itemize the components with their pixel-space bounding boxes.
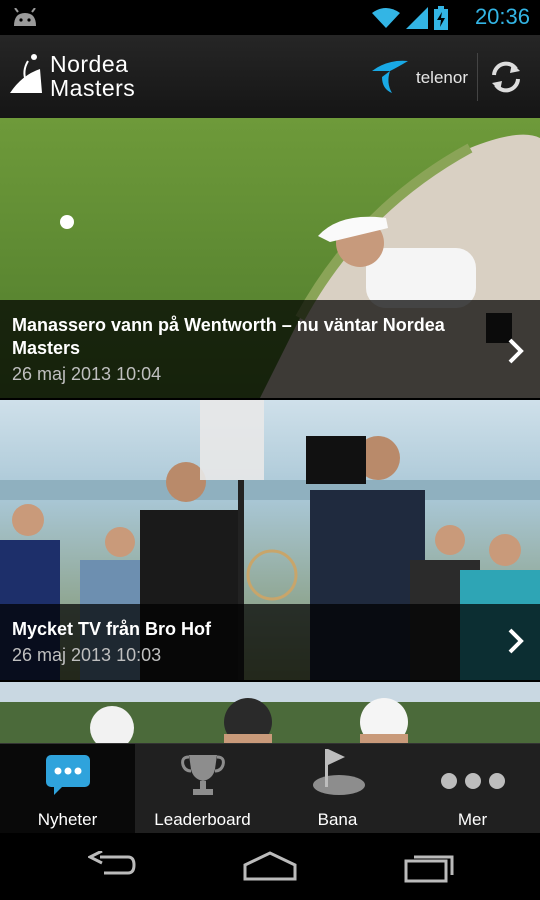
nordea-masters-logo-icon	[8, 51, 44, 100]
wifi-icon	[372, 7, 400, 34]
android-icon	[12, 7, 38, 33]
news-feed[interactable]: Manassero vann på Wentworth – nu väntar …	[0, 118, 540, 743]
chat-bubble-icon	[44, 753, 92, 802]
refresh-icon[interactable]	[488, 59, 524, 100]
news-card[interactable]: Mycket TV från Bro Hof 26 maj 2013 10:03	[0, 400, 540, 680]
more-dots-icon	[438, 767, 508, 802]
news-caption: Manassero vann på Wentworth – nu väntar …	[0, 300, 540, 398]
tab-label: Nyheter	[37, 810, 98, 829]
news-image	[0, 682, 540, 743]
chevron-right-icon	[508, 628, 524, 659]
action-divider	[477, 53, 478, 101]
tab-label: Bana	[317, 810, 358, 829]
tab-leaderboard[interactable]: Leaderboard	[135, 744, 270, 834]
tab-mer[interactable]: Mer	[405, 744, 540, 834]
app-title: Nordea Masters	[50, 50, 136, 101]
news-title: Mycket TV från Bro Hof	[12, 619, 212, 639]
trophy-icon	[179, 751, 227, 802]
bottom-tab-bar: Nyheter Leaderboard Bana Mer	[0, 743, 540, 834]
golf-flag-icon	[309, 745, 367, 802]
news-title: Manassero vann på Wentworth – nu väntar …	[12, 315, 445, 358]
clock: 20:36	[474, 4, 530, 29]
chevron-right-icon	[508, 338, 524, 369]
recent-apps-icon[interactable]	[404, 851, 454, 888]
telenor-logo-icon	[368, 55, 412, 100]
tab-bana[interactable]: Bana	[270, 744, 405, 834]
tab-label: Mer	[457, 810, 488, 829]
tab-nyheter[interactable]: Nyheter	[0, 744, 135, 834]
news-card[interactable]	[0, 682, 540, 743]
tab-label: Leaderboard	[154, 810, 251, 829]
news-date: 26 maj 2013 10:04	[12, 364, 162, 384]
status-bar: 20:36	[0, 0, 540, 35]
sponsor-name: telenor	[416, 67, 468, 87]
app-logo[interactable]: Nordea Masters	[8, 51, 135, 100]
system-nav-bar	[0, 833, 540, 900]
back-icon[interactable]	[86, 849, 136, 884]
action-bar: Nordea Masters telenor	[0, 35, 540, 119]
news-card[interactable]: Manassero vann på Wentworth – nu väntar …	[0, 118, 540, 398]
sponsor-logo[interactable]: telenor	[368, 55, 468, 100]
signal-icon	[406, 7, 428, 34]
home-icon[interactable]	[243, 851, 297, 886]
battery-charging-icon	[434, 6, 448, 35]
news-caption: Mycket TV från Bro Hof 26 maj 2013 10:03	[0, 604, 540, 680]
news-date: 26 maj 2013 10:03	[12, 645, 162, 665]
